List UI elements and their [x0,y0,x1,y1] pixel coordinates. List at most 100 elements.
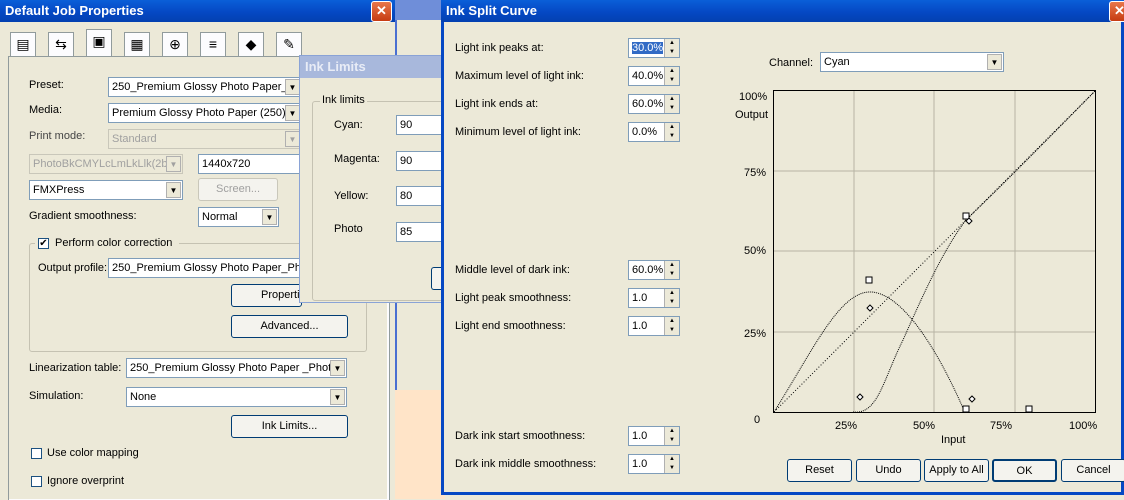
tab-palette-icon[interactable]: ✎ [276,32,302,56]
photo-value: 85 [400,226,413,238]
print-mode-value: Standard [112,133,157,145]
linearization-select[interactable]: 250_Premium Glossy Photo Paper _PhotoE ▼ [126,358,347,378]
resolution-field[interactable]: 1440x720 [198,154,302,174]
light-end-handle[interactable] [962,405,970,413]
cyan-field[interactable]: 90 [396,115,444,135]
gradient-select[interactable]: Normal ▼ [198,207,279,227]
apply-to-all-button[interactable]: Apply to All [924,459,989,482]
ink-set-select: PhotoBkCMYLcLmLkLlk(2b ▼ [29,154,183,174]
light-ends-value: 60.0% [632,98,664,110]
output-profile-value: 250_Premium Glossy Photo Paper_Phot [112,262,302,274]
x-tick-25: 25% [835,420,858,432]
light-peak-handle[interactable] [865,276,873,284]
dark-middle-smooth-spinner[interactable]: 1.0 ▲ ▼ [628,454,680,474]
close-button[interactable]: ✕ [1109,1,1124,22]
cancel-button[interactable]: Cancel [1061,459,1124,482]
tab-arrows-icon[interactable]: ⇆ [48,32,74,56]
light-peak-value: 30.0% [632,42,664,54]
magenta-field[interactable]: 90 [396,151,444,171]
tab-film-icon[interactable]: ▦ [124,32,150,56]
spinner-arrows-icon[interactable]: ▲ ▼ [664,67,679,85]
spinner-arrows-icon[interactable]: ▲ ▼ [664,455,679,473]
simulation-select[interactable]: None ▼ [126,387,347,407]
tab-stack-icon[interactable]: ◆ [238,32,264,56]
spinner-arrows-icon[interactable]: ▲ ▼ [664,123,679,141]
ink-limits-group-label: Ink limits [320,94,367,106]
ok-button[interactable]: OK [992,459,1057,482]
tab-target-icon[interactable]: ⊕ [162,32,188,56]
light-ends-spinner[interactable]: 60.0% ▲ ▼ [628,94,680,114]
chevron-down-icon: ▼ [987,54,1002,70]
output-profile-field[interactable]: 250_Premium Glossy Photo Paper_Phot [108,258,302,278]
tab-printer-icon[interactable]: ▤ [10,32,36,56]
light-peak-smooth-value: 1.0 [632,292,648,304]
chevron-down-icon: ▼ [285,79,300,95]
ink-set-value: PhotoBkCMYLcLmLkLlk(2b [33,158,168,170]
dark-middle-smooth-label: Dark ink middle smoothness: [455,458,597,470]
advanced-button[interactable]: Advanced... [231,315,348,338]
y-tick-75: 75% [744,167,767,179]
preset-select[interactable]: 250_Premium Glossy Photo Paper_P ▼ [108,77,302,97]
x-axis-title: Input [941,434,966,446]
dark-start-smooth-value: 1.0 [632,430,648,442]
ink-limits-button[interactable]: Ink Limits... [231,415,348,438]
light-peak-spinner[interactable]: 30.0% ▲ ▼ [628,38,680,58]
close-button[interactable]: ✕ [371,1,392,22]
yellow-field[interactable]: 80 [396,186,444,206]
color-correction-checkbox[interactable]: ✔ [38,238,49,249]
linearization-value: 250_Premium Glossy Photo Paper _PhotoE [130,362,345,374]
chevron-down-icon: ▼ [166,156,181,172]
ignore-overprint-label: Ignore overprint [47,475,125,487]
photo-field[interactable]: 85 [396,222,444,242]
spinner-arrows-icon[interactable]: ▲ ▼ [664,427,679,445]
chevron-down-icon: ▼ [285,131,300,147]
tab-layers-icon[interactable]: ≡ [200,32,226,56]
dark-start-smooth-spinner[interactable]: 1.0 ▲ ▼ [628,426,680,446]
spinner-arrows-icon[interactable]: ▲ ▼ [664,95,679,113]
min-light-spinner[interactable]: 0.0% ▲ ▼ [628,122,680,142]
chevron-down-icon: ▼ [330,389,345,405]
max-light-spinner[interactable]: 40.0% ▲ ▼ [628,66,680,86]
color-mapping-checkbox[interactable] [31,448,42,459]
spinner-arrows-icon[interactable]: ▲ ▼ [664,317,679,335]
light-end-smooth-label: Light end smoothness: [455,320,566,332]
ink-split-titlebar: Ink Split Curve [441,0,1124,22]
light-peak-smooth-spinner[interactable]: 1.0 ▲ ▼ [628,288,680,308]
background-window-bar [395,0,445,20]
dark-mid-handle[interactable] [962,212,970,220]
extra-handle[interactable] [1025,405,1033,413]
chevron-down-icon: ▼ [262,209,277,225]
media-label: Media: [29,104,63,116]
color-correction-header: ✔ Perform color correction [35,236,179,252]
channel-select[interactable]: Cyan ▼ [820,52,1004,72]
yellow-label: Yellow: [334,190,369,202]
properties-button[interactable]: Properties... [231,284,302,307]
light-ends-label: Light ink ends at: [455,98,539,110]
light-end-smooth-spinner[interactable]: 1.0 ▲ ▼ [628,316,680,336]
ink-split-title: Ink Split Curve [446,3,538,18]
reset-button[interactable]: Reset [787,459,852,482]
screening-value: FMXPress [33,184,85,196]
tab-color-icon[interactable]: ▣ [86,29,112,56]
output-profile-label: Output profile: [38,262,108,274]
x-tick-50: 50% [913,420,936,432]
gradient-value: Normal [202,211,238,223]
media-select[interactable]: Premium Glossy Photo Paper (250) ▼ [108,103,302,123]
print-mode-select: Standard ▼ [108,129,302,149]
y-tick-25: 25% [744,328,767,340]
undo-button[interactable]: Undo [856,459,921,482]
screening-select[interactable]: FMXPress ▼ [29,180,183,200]
preset-label: Preset: [29,79,64,91]
middle-dark-spinner[interactable]: 60.0% ▲ ▼ [628,260,680,280]
ink-limits-title: Ink Limits [305,59,366,74]
ignore-overprint-checkbox[interactable] [31,476,42,487]
linearization-label: Linearization table: [29,362,122,374]
yellow-value: 80 [400,190,413,202]
ink-split-plot[interactable] [773,90,1096,414]
spinner-arrows-icon[interactable]: ▲ ▼ [664,289,679,307]
spinner-arrows-icon[interactable]: ▲ ▼ [664,261,679,279]
resolution-value: 1440x720 [202,158,251,170]
screen-button[interactable]: Screen... [198,178,278,201]
print-mode-label: Print mode: [29,130,86,142]
spinner-arrows-icon[interactable]: ▲ ▼ [664,39,679,57]
